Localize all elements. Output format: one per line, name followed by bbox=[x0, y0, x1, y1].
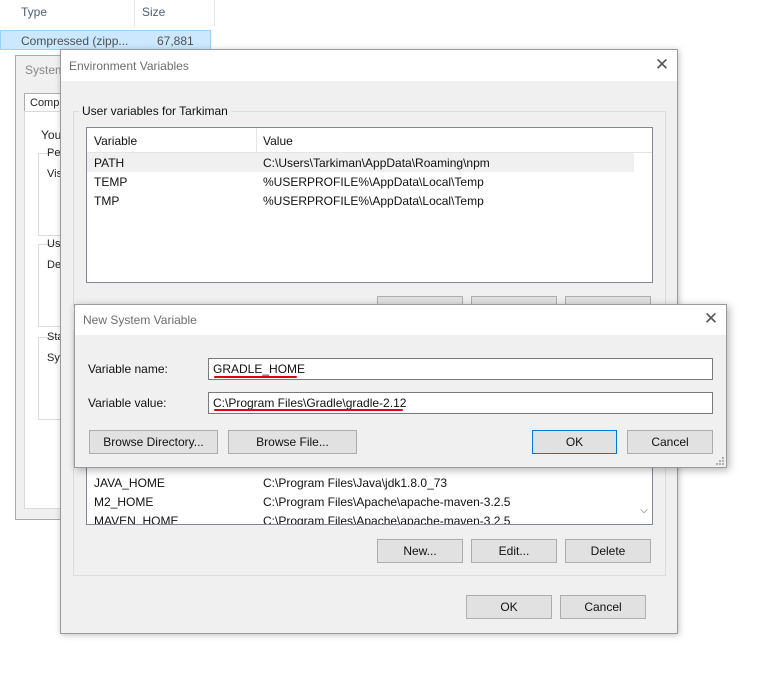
system-delete-button[interactable]: Delete bbox=[565, 539, 651, 563]
chevron-down-icon[interactable]: ⌵ bbox=[638, 503, 650, 519]
desktop-settings-text: De bbox=[47, 259, 62, 271]
admin-note-text: You bbox=[41, 128, 62, 142]
variable-name-cell: MAVEN_HOME bbox=[94, 514, 179, 525]
new-var-dialog-title: New System Variable bbox=[83, 313, 197, 327]
annotation-underline bbox=[214, 409, 403, 411]
explorer-column-header: Type Size bbox=[0, 0, 215, 26]
cancel-button[interactable]: Cancel bbox=[627, 430, 713, 454]
variable-name-cell: PATH bbox=[94, 156, 125, 170]
list-item[interactable]: TEMP %USERPROFILE%\AppData\Local\Temp bbox=[87, 172, 652, 191]
browse-directory-button[interactable]: Browse Directory... bbox=[89, 430, 218, 454]
list-item[interactable]: JAVA_HOME C:\Program Files\Java\jdk1.8.0… bbox=[87, 473, 652, 492]
new-system-variable-dialog: New System Variable ✕ Variable name: GRA… bbox=[74, 304, 727, 468]
list-item[interactable]: PATH C:\Users\Tarkiman\AppData\Roaming\n… bbox=[87, 153, 634, 172]
column-divider[interactable] bbox=[256, 128, 257, 152]
annotation-underline bbox=[214, 376, 297, 378]
variable-value-cell: C:\Program Files\Apache\apache-maven-3.2… bbox=[263, 514, 511, 525]
user-variables-list[interactable]: Variable Value PATH C:\Users\Tarkiman\Ap… bbox=[86, 127, 653, 283]
variable-name-cell: M2_HOME bbox=[94, 495, 154, 509]
variable-name-cell: JAVA_HOME bbox=[94, 476, 165, 490]
ok-button[interactable]: OK bbox=[532, 430, 617, 454]
list-header: Variable Value bbox=[87, 128, 652, 153]
cancel-button[interactable]: Cancel bbox=[560, 595, 646, 619]
variable-column-header[interactable]: Variable bbox=[94, 134, 137, 148]
ok-button[interactable]: OK bbox=[466, 595, 552, 619]
variable-value-text: C:\Program Files\Gradle\gradle-2.12 bbox=[213, 396, 407, 410]
close-icon[interactable]: ✕ bbox=[696, 308, 726, 330]
variable-value-cell: %USERPROFILE%\AppData\Local\Temp bbox=[263, 194, 484, 208]
user-variables-label: User variables for Tarkiman bbox=[79, 104, 231, 118]
file-type-cell: Compressed (zipp... bbox=[21, 34, 129, 48]
system-new-button[interactable]: New... bbox=[377, 539, 463, 563]
variable-name-label: Variable name: bbox=[88, 362, 168, 376]
browse-file-button[interactable]: Browse File... bbox=[228, 430, 357, 454]
column-divider[interactable] bbox=[134, 0, 135, 26]
variable-value-cell: C:\Program Files\Java\jdk1.8.0_73 bbox=[263, 476, 448, 490]
system-properties-title: System bbox=[25, 63, 66, 77]
variable-value-cell: C:\Users\Tarkiman\AppData\Roaming\npm bbox=[263, 156, 490, 170]
env-titlebar[interactable]: Environment Variables ✕ bbox=[61, 50, 677, 81]
variable-value-cell: C:\Program Files\Apache\apache-maven-3.2… bbox=[263, 495, 511, 509]
explorer-file-row[interactable]: Compressed (zipp... 67,881 KB bbox=[0, 30, 211, 62]
list-item[interactable]: TMP %USERPROFILE%\AppData\Local\Temp bbox=[87, 191, 652, 210]
size-column-header[interactable]: Size bbox=[142, 5, 165, 19]
new-var-titlebar[interactable]: New System Variable ✕ bbox=[75, 305, 726, 335]
value-column-header[interactable]: Value bbox=[263, 134, 293, 148]
type-column-header[interactable]: Type bbox=[21, 5, 47, 19]
list-item[interactable]: M2_HOME C:\Program Files\Apache\apache-m… bbox=[87, 492, 652, 511]
variable-value-cell: %USERPROFILE%\AppData\Local\Temp bbox=[263, 175, 484, 189]
system-edit-button[interactable]: Edit... bbox=[471, 539, 557, 563]
variable-name-cell: TMP bbox=[94, 194, 120, 208]
close-icon[interactable]: ✕ bbox=[647, 54, 677, 76]
list-item[interactable]: MAVEN_HOME C:\Program Files\Apache\apach… bbox=[87, 511, 652, 525]
variable-value-label: Variable value: bbox=[88, 396, 167, 410]
variable-name-cell: TEMP bbox=[94, 175, 128, 189]
resize-grip-icon[interactable] bbox=[715, 456, 724, 465]
variable-name-value: GRADLE_HOME bbox=[213, 362, 306, 376]
env-dialog-title: Environment Variables bbox=[69, 59, 189, 73]
